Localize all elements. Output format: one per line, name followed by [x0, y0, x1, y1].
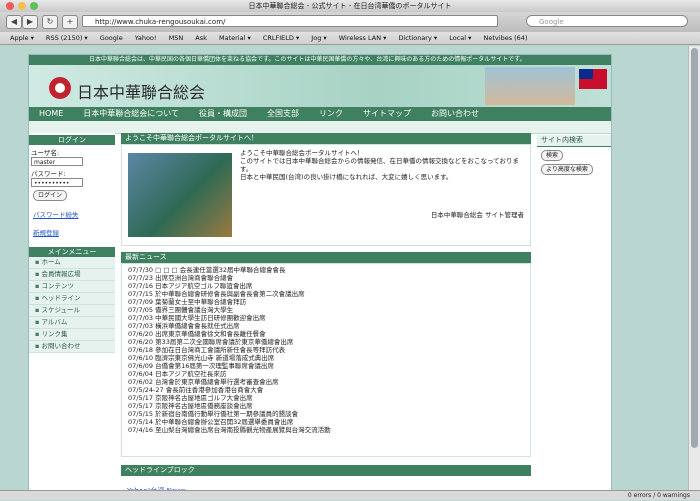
center-column: ようこそ中華聯合総会ポータルサイトへ！ ようこそ中華聯合総会ポータルサイトへ！ … — [121, 133, 531, 495]
bookmark-item[interactable]: Wireless LAN ▾ — [339, 34, 387, 42]
news-item[interactable]: 07/7/03 橫浜華僑總會會長就任式出席 — [128, 322, 524, 330]
site-intro-text: 日本中華聯合総会は、中華民国の各個日華僑団体を束ねる協会です。このサイトは中華民… — [89, 56, 526, 63]
news-item[interactable]: 07/6/20 第33屆第二次全國聯席會議於東京華僑總會出席 — [128, 338, 524, 346]
browser-toolbar: ◀ ▶ ↻ + http://www.chuka-rengousoukai.co… — [0, 12, 700, 33]
bookmark-item[interactable]: CRLFIELD ▾ — [263, 34, 299, 42]
welcome-body: ようこそ中華聯合総会ポータルサイトへ！ このサイトでは日本中華聯合総会からの情報… — [240, 149, 519, 181]
nav-officers[interactable]: 役員・構成団 — [189, 107, 257, 121]
site-search-button[interactable]: 検索 — [541, 150, 564, 161]
bookmark-item[interactable]: Ask — [195, 34, 207, 42]
news-item[interactable]: 07/5/24-27 會長前往香港參加香港台商會大會 — [128, 386, 524, 394]
welcome-signature: 日本中華聯合総会 サイト管理者 — [430, 211, 524, 219]
bookmark-item[interactable]: Material ▾ — [219, 34, 251, 42]
menu-item-member-plaza[interactable]: 会員情報広場 — [29, 269, 115, 281]
news-item[interactable]: 07/6/04 日本アジア航空社長來訪 — [128, 370, 524, 378]
username-label: ユーザ名: — [31, 149, 60, 157]
web-page: 日本中華聯合総会は、中華民国の各個日華僑団体を束ねる協会です。このサイトは中華民… — [28, 54, 612, 496]
forward-button[interactable]: ▶ — [22, 15, 38, 29]
bookmark-item[interactable]: Yahoo! — [135, 34, 157, 42]
window-title: 日本中華聯合総会 - 公式サイト - 在日台湾華僑のポータルサイト — [248, 2, 452, 10]
bookmark-item[interactable]: MSN — [169, 34, 184, 42]
vertical-scrollbar[interactable] — [688, 46, 700, 490]
news-item[interactable]: 07/7/16 日本アジア航空ゴルフ聯誼會出席 — [128, 282, 524, 290]
search-placeholder: Google — [539, 18, 564, 26]
news-item[interactable]: 07/6/20 出席東京華僑總會徐文和會長離任餐會 — [128, 330, 524, 338]
right-column: サイト内検索 検索 より高度な検索 — [537, 133, 611, 495]
menu-item-schedule[interactable]: スケジュール — [29, 305, 115, 317]
site-header: 日本中華聯合総会 — [29, 65, 611, 107]
password-label: パスワード: — [31, 170, 66, 178]
bookmark-item[interactable]: Google — [100, 34, 123, 42]
bookmark-item[interactable]: Apple ▾ — [10, 34, 34, 42]
bookmark-item[interactable]: Jog ▾ — [311, 34, 326, 42]
browser-search-input[interactable]: Google — [526, 15, 688, 27]
menu-item-home[interactable]: ホーム — [29, 257, 115, 269]
welcome-block: ようこそ中華聯合総会ポータルサイトへ！ このサイトでは日本中華聯合総会からの情報… — [121, 144, 531, 246]
news-header: 最新ニュース — [121, 252, 531, 263]
nav-sitemap[interactable]: サイトマップ — [353, 107, 421, 121]
news-list: 07/7/30 □ □ □ 会長連任當選32屆中華聯合總會會長 07/7/23 … — [121, 263, 531, 457]
nav-links[interactable]: リンク — [309, 107, 353, 121]
bookmark-item[interactable]: Netvibes (64) — [484, 34, 528, 42]
status-bar: 0 errors / 0 warnings — [0, 490, 700, 500]
login-button[interactable]: ログイン — [33, 190, 68, 201]
zoom-window-icon[interactable] — [30, 2, 38, 10]
status-text: 0 errors / 0 warnings — [627, 492, 690, 499]
address-bar[interactable]: http://www.chuka-rengousoukai.com/ — [82, 15, 498, 27]
news-item[interactable]: 07/7/03 中華民國大學生訪日研修團歡迎會出席 — [128, 314, 524, 322]
back-button[interactable]: ◀ — [6, 15, 22, 29]
news-item[interactable]: 07/7/15 於中華聯合總會研修會長與副會長會第二次會議出席 — [128, 290, 524, 298]
menu-item-links[interactable]: リンク集 — [29, 329, 115, 341]
logo-emblem-icon[interactable] — [49, 77, 71, 99]
left-column: ログイン ユーザ名: master パスワード: •••••••••• ログイン… — [29, 133, 115, 495]
news-item[interactable]: 07/7/23 出席亞洲台灣商會聯合總會 — [128, 274, 524, 282]
main-nav: HOME 日本中華聯合総会について 役員・構成団 全国支部 リンク サイトマップ… — [29, 107, 611, 121]
nav-contact[interactable]: お問い合わせ — [421, 107, 489, 121]
register-link[interactable]: 新規登録 — [33, 227, 115, 237]
username-input[interactable]: master — [31, 157, 83, 166]
nav-home[interactable]: HOME — [29, 107, 73, 121]
news-item[interactable]: 07/6/09 台僑會第16屆第一次理監事聯席會議出席 — [128, 362, 524, 370]
news-item[interactable]: 07/5/14 於中華聯合總會辦公室召開32屆選舉委員會出席 — [128, 418, 524, 426]
news-item[interactable]: 07/5/17 京阪神名古屋地區ゴルフ大會出席 — [128, 394, 524, 402]
taipei-skyline-image — [485, 67, 575, 105]
headline-block-header: ヘッドラインブロック — [121, 465, 531, 476]
site-intro-bar: 日本中華聯合総会は、中華民国の各個日華僑団体を束ねる協会です。このサイトは中華民… — [29, 55, 611, 65]
welcome-header: ようこそ中華聯合総会ポータルサイトへ！ — [121, 133, 531, 144]
news-item[interactable]: 07/5/17 京阪神名古屋地區僑務座談會出席 — [128, 402, 524, 410]
close-window-icon[interactable] — [6, 2, 14, 10]
add-bookmark-button[interactable]: + — [62, 15, 78, 29]
bookmarks-bar: Apple ▾ RSS (2150) ▾ Google Yahoo! MSN A… — [0, 32, 700, 45]
bookmark-item[interactable]: Local ▾ — [449, 34, 471, 42]
scrollbar-thumb[interactable] — [691, 48, 698, 448]
login-header: ログイン — [29, 135, 115, 145]
news-item[interactable]: 07/4/16 至山梨台灣總會出席台灣南投縣觀光物產展覽與台灣交流活動 — [128, 426, 524, 434]
bookmark-item[interactable]: RSS (2150) ▾ — [46, 34, 88, 42]
menu-item-contact[interactable]: お問い合わせ — [29, 341, 115, 353]
menu-item-contents[interactable]: コンテンツ — [29, 281, 115, 293]
site-logo-text[interactable]: 日本中華聯合総会 — [77, 79, 205, 103]
roc-flag-icon — [579, 69, 607, 89]
refresh-button[interactable]: ↻ — [42, 15, 58, 29]
nav-about[interactable]: 日本中華聯合総会について — [73, 107, 189, 121]
news-item[interactable]: 07/7/05 僑界三團體會議台灣大學生 — [128, 306, 524, 314]
minimize-window-icon[interactable] — [18, 2, 26, 10]
url-text: http://www.chuka-rengousoukai.com/ — [95, 18, 226, 26]
main-menu-header: メインメニュー — [29, 247, 115, 257]
menu-item-headlines[interactable]: ヘッドライン — [29, 293, 115, 305]
news-item[interactable]: 07/7/30 □ □ □ 会長連任當選32屆中華聯合總會會長 — [128, 266, 524, 274]
nav-branches[interactable]: 全国支部 — [257, 107, 309, 121]
site-search-header: サイト内検索 — [537, 135, 611, 147]
forgot-password-link[interactable]: パスワード紛失 — [33, 209, 115, 219]
news-item[interactable]: 07/6/02 台灣會於東京華僑總會舉行選考審查會出席 — [128, 378, 524, 386]
dragon-statue-image — [128, 153, 232, 237]
password-input[interactable]: •••••••••• — [31, 178, 83, 187]
menu-item-album[interactable]: アルバム — [29, 317, 115, 329]
news-item[interactable]: 07/6/18 參加在日台灣商工會議所新任會長等拜訪代表 — [128, 346, 524, 354]
news-item[interactable]: 07/6/10 臨濟宗東京佛光山寺 新道場落成式典出席 — [128, 354, 524, 362]
advanced-search-button[interactable]: より高度な検索 — [541, 164, 593, 175]
news-item[interactable]: 07/7/09 葉菊蘭女士至中華聯合總會拜訪 — [128, 298, 524, 306]
news-item[interactable]: 07/5/15 於新宿台南僑行動舉行僑社第一期參議員的懇談會 — [128, 410, 524, 418]
bookmark-item[interactable]: Dictionary ▾ — [398, 34, 437, 42]
